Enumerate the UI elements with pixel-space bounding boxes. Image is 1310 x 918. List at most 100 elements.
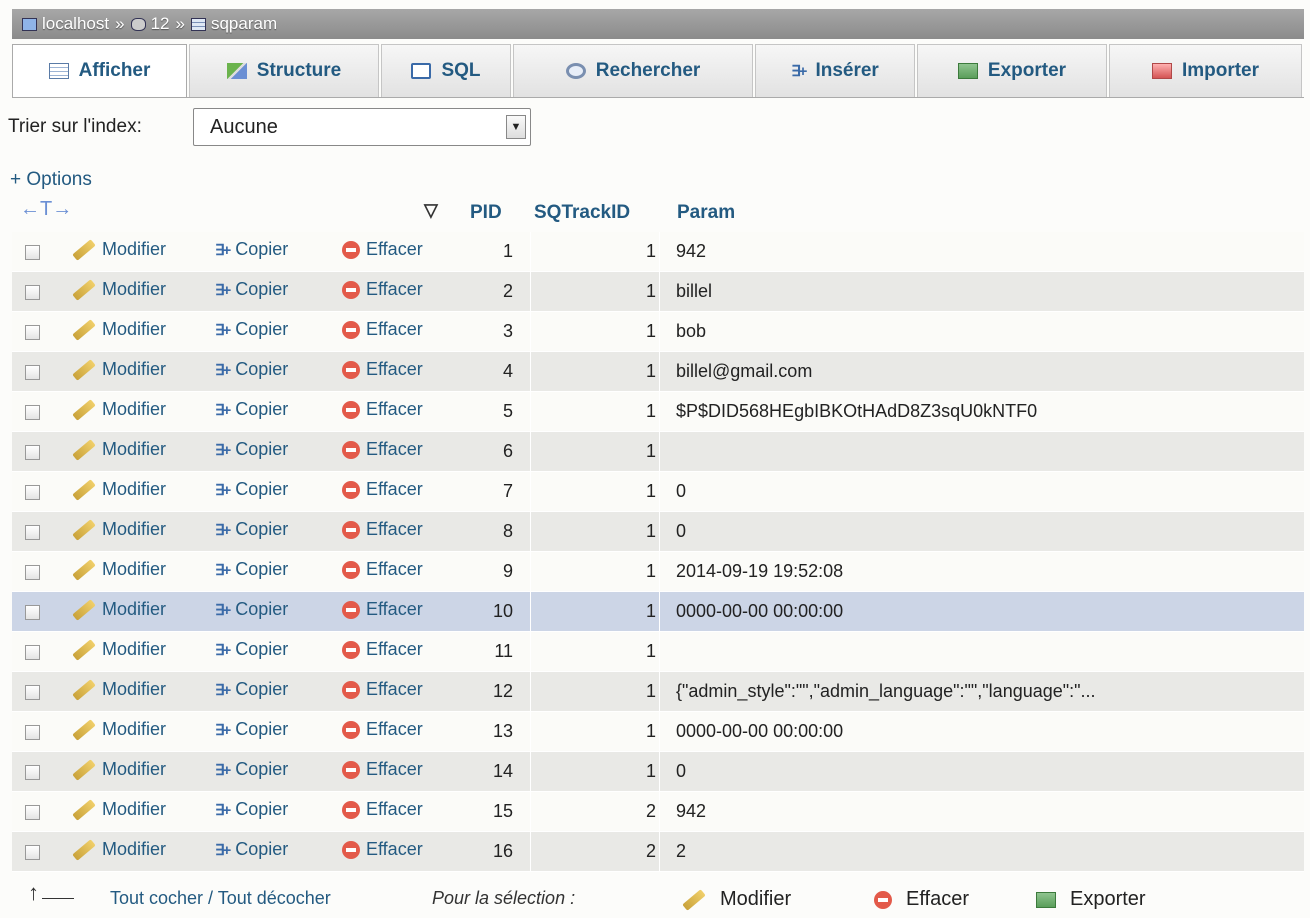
row-checkbox[interactable] <box>25 565 40 580</box>
copy-link[interactable]: ∃+ Copier <box>215 399 288 420</box>
cell-param[interactable]: 0 <box>676 521 1296 542</box>
edit-link[interactable]: Modifier <box>72 518 166 541</box>
tab-structure[interactable]: Structure <box>189 44 379 97</box>
breadcrumb-server[interactable]: localhost <box>22 14 109 34</box>
cell-sqtrackid[interactable]: 1 <box>530 672 660 711</box>
cell-param[interactable]: 0 <box>676 761 1296 782</box>
cell-sqtrackid[interactable]: 1 <box>530 512 660 551</box>
delete-link[interactable]: Effacer <box>342 399 423 420</box>
bulk-export-button[interactable]: Exporter <box>1036 888 1146 911</box>
copy-link[interactable]: ∃+ Copier <box>215 359 288 380</box>
delete-link[interactable]: Effacer <box>342 839 423 860</box>
cell-param[interactable]: 942 <box>676 801 1296 822</box>
row-checkbox[interactable] <box>25 445 40 460</box>
delete-link[interactable]: Effacer <box>342 799 423 820</box>
cell-param[interactable]: 0 <box>676 481 1296 502</box>
copy-link[interactable]: ∃+ Copier <box>215 559 288 580</box>
table-row[interactable]: Modifier ∃+ Copier Effacer 8 1 0 <box>12 512 1304 552</box>
cell-pid[interactable]: 1 <box>468 241 513 262</box>
edit-link[interactable]: Modifier <box>72 638 166 661</box>
cell-sqtrackid[interactable]: 1 <box>530 712 660 751</box>
cell-sqtrackid[interactable]: 1 <box>530 752 660 791</box>
copy-link[interactable]: ∃+ Copier <box>215 279 288 300</box>
tab-afficher[interactable]: Afficher <box>12 44 187 97</box>
cell-pid[interactable]: 14 <box>468 761 513 782</box>
row-checkbox[interactable] <box>25 365 40 380</box>
table-row[interactable]: Modifier ∃+ Copier Effacer 1 1 942 <box>12 232 1304 272</box>
cell-pid[interactable]: 9 <box>468 561 513 582</box>
cell-pid[interactable]: 5 <box>468 401 513 422</box>
edit-link[interactable]: Modifier <box>72 438 166 461</box>
table-row[interactable]: Modifier ∃+ Copier Effacer 11 1 <box>12 632 1304 672</box>
edit-link[interactable]: Modifier <box>72 718 166 741</box>
row-checkbox[interactable] <box>25 245 40 260</box>
edit-link[interactable]: Modifier <box>72 758 166 781</box>
cell-sqtrackid[interactable]: 1 <box>530 272 660 311</box>
row-checkbox[interactable] <box>25 645 40 660</box>
row-checkbox[interactable] <box>25 765 40 780</box>
breadcrumb-database[interactable]: 12 <box>130 14 170 34</box>
table-row[interactable]: Modifier ∃+ Copier Effacer 16 2 2 <box>12 832 1304 872</box>
edit-link[interactable]: Modifier <box>72 358 166 381</box>
cell-pid[interactable]: 8 <box>468 521 513 542</box>
table-row[interactable]: Modifier ∃+ Copier Effacer 15 2 942 <box>12 792 1304 832</box>
cell-pid[interactable]: 12 <box>468 681 513 702</box>
delete-link[interactable]: Effacer <box>342 679 423 700</box>
tab-sql[interactable]: SQL <box>381 44 511 97</box>
cell-sqtrackid[interactable]: 2 <box>530 792 660 831</box>
cell-pid[interactable]: 16 <box>468 841 513 862</box>
delete-link[interactable]: Effacer <box>342 559 423 580</box>
delete-link[interactable]: Effacer <box>342 439 423 460</box>
bulk-edit-button[interactable]: Modifier <box>682 888 791 911</box>
table-row[interactable]: Modifier ∃+ Copier Effacer 5 1 $P$DID568HEgbIB… <box>12 392 1304 432</box>
cell-pid[interactable]: 10 <box>468 601 513 622</box>
sort-index-select[interactable]: Aucune ▼ <box>193 108 531 146</box>
tab-inserer[interactable]: ∃+ Insérer <box>755 44 915 97</box>
sort-triangle-icon[interactable]: ▽ <box>424 200 438 221</box>
edit-link[interactable]: Modifier <box>72 678 166 701</box>
cell-sqtrackid[interactable]: 1 <box>530 352 660 391</box>
cell-param[interactable]: billel@gmail.com <box>676 361 1296 382</box>
edit-link[interactable]: Modifier <box>72 598 166 621</box>
delete-link[interactable]: Effacer <box>342 519 423 540</box>
cell-sqtrackid[interactable]: 1 <box>530 632 660 671</box>
edit-link[interactable]: Modifier <box>72 558 166 581</box>
tab-exporter[interactable]: Exporter <box>917 44 1107 97</box>
row-checkbox[interactable] <box>25 525 40 540</box>
delete-link[interactable]: Effacer <box>342 479 423 500</box>
tab-rechercher[interactable]: Rechercher <box>513 44 753 97</box>
copy-link[interactable]: ∃+ Copier <box>215 839 288 860</box>
cell-param[interactable]: 0000-00-00 00:00:00 <box>676 721 1296 742</box>
column-header-param[interactable]: Param <box>677 202 735 224</box>
row-checkbox[interactable] <box>25 845 40 860</box>
cell-param[interactable]: bob <box>676 321 1296 342</box>
toggle-all-link[interactable]: Tout cocher / Tout décocher <box>110 888 331 909</box>
chevron-down-icon[interactable]: ▼ <box>506 115 526 139</box>
delete-link[interactable]: Effacer <box>342 599 423 620</box>
cell-param[interactable]: $P$DID568HEgbIBKOtHAdD8Z3sqU0kNTF0 <box>676 401 1296 422</box>
cell-pid[interactable]: 6 <box>468 441 513 462</box>
table-row[interactable]: Modifier ∃+ Copier Effacer 6 1 <box>12 432 1304 472</box>
table-row[interactable]: Modifier ∃+ Copier Effacer 7 1 0 <box>12 472 1304 512</box>
copy-link[interactable]: ∃+ Copier <box>215 319 288 340</box>
cell-pid[interactable]: 3 <box>468 321 513 342</box>
edit-link[interactable]: Modifier <box>72 798 166 821</box>
edit-link[interactable]: Modifier <box>72 278 166 301</box>
cell-pid[interactable]: 15 <box>468 801 513 822</box>
delete-link[interactable]: Effacer <box>342 319 423 340</box>
copy-link[interactable]: ∃+ Copier <box>215 719 288 740</box>
delete-link[interactable]: Effacer <box>342 759 423 780</box>
cell-pid[interactable]: 11 <box>468 641 513 662</box>
table-row[interactable]: Modifier ∃+ Copier Effacer 9 1 2014-09-19 19:5… <box>12 552 1304 592</box>
cell-sqtrackid[interactable]: 1 <box>530 432 660 471</box>
breadcrumb-table[interactable]: sqparam <box>190 14 277 34</box>
cell-sqtrackid[interactable]: 1 <box>530 232 660 271</box>
row-checkbox[interactable] <box>25 805 40 820</box>
cell-param[interactable]: 2 <box>676 841 1296 862</box>
delete-link[interactable]: Effacer <box>342 279 423 300</box>
cell-sqtrackid[interactable]: 2 <box>530 832 660 871</box>
edit-link[interactable]: Modifier <box>72 238 166 261</box>
edit-link[interactable]: Modifier <box>72 478 166 501</box>
cell-sqtrackid[interactable]: 1 <box>530 312 660 351</box>
table-row[interactable]: Modifier ∃+ Copier Effacer 12 1 {"admin_style"… <box>12 672 1304 712</box>
